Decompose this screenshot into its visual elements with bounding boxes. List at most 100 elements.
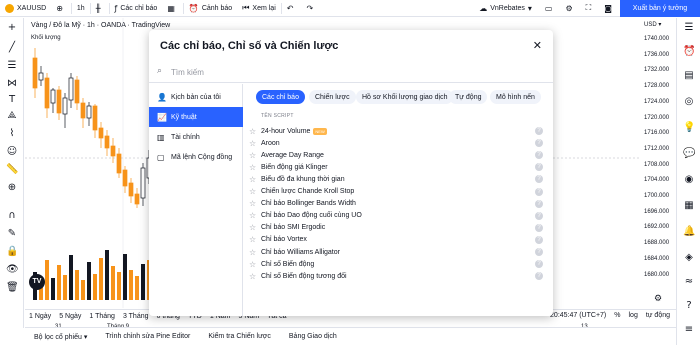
script-row[interactable]: ☆ Chỉ báo Williams Alligator? <box>249 246 547 258</box>
calendar-icon[interactable]: ▦ <box>683 200 695 212</box>
help-icon[interactable]: ? <box>535 175 543 184</box>
ideas-icon[interactable]: 💡 <box>683 122 695 134</box>
star-icon[interactable]: ☆ <box>249 260 261 269</box>
star-icon[interactable]: ☆ <box>249 139 261 148</box>
sidebar-item-technicals[interactable]: 📈 Kỹ thuật <box>149 107 243 127</box>
help-icon[interactable]: ? <box>535 223 543 232</box>
tab-stock-screener[interactable]: Bộ lọc cổ phiếu ▾ <box>25 333 96 341</box>
trash-icon[interactable]: 🗑 <box>6 282 19 294</box>
fib-icon[interactable]: ☰ <box>6 60 18 72</box>
snapshot-button[interactable]: ◙ <box>599 0 620 17</box>
script-row[interactable]: ☆ Chiến lược Chande Kroll Stop? <box>249 186 547 198</box>
script-row[interactable]: ☆ Chỉ báo Vortex? <box>249 234 547 246</box>
star-icon[interactable]: ☆ <box>249 187 261 196</box>
help-icon[interactable]: ? <box>535 163 543 172</box>
range-button[interactable]: 3 Tháng <box>119 313 153 320</box>
tab-pine-editor[interactable]: Trình chỉnh sửa Pine Editor <box>96 333 199 340</box>
emoji-icon[interactable]: ☺ <box>6 146 18 158</box>
currency-label[interactable]: USD ▾ <box>644 21 661 28</box>
chip-auto[interactable]: Tự động <box>449 90 488 104</box>
star-icon[interactable]: ☆ <box>249 199 261 208</box>
text-icon[interactable]: T <box>6 94 18 106</box>
eye-icon[interactable]: 👁 <box>6 264 19 276</box>
chip-strategies[interactable]: Chiến lược <box>309 90 356 104</box>
help-icon[interactable]: ? <box>535 199 543 208</box>
menu-icon[interactable]: ≡ <box>683 324 695 336</box>
script-row[interactable]: ☆ Average Day Range? <box>249 149 547 161</box>
star-icon[interactable]: ☆ <box>249 175 261 184</box>
chip-indicators[interactable]: Các chỉ báo <box>256 90 305 104</box>
broadcast-icon[interactable]: ◈ <box>683 252 695 264</box>
range-button[interactable]: 5 Ngày <box>55 313 85 320</box>
alerts-button[interactable]: ⏰ Cảnh báo <box>184 0 237 17</box>
search-input[interactable] <box>171 66 541 79</box>
news-icon[interactable]: ◎ <box>683 96 695 108</box>
stream-icon[interactable]: ◉ <box>683 174 695 186</box>
script-row[interactable]: ☆ Chỉ báo Dao động cuối cùng UO? <box>249 210 547 222</box>
star-icon[interactable]: ☆ <box>249 127 261 136</box>
ruler-icon[interactable]: 📏 <box>6 164 18 176</box>
chart-type-button[interactable]: ╫ <box>91 0 109 17</box>
pulse-icon[interactable]: ≈ <box>683 276 695 288</box>
star-icon[interactable]: ☆ <box>249 211 261 220</box>
help-icon[interactable]: ? <box>535 127 543 135</box>
templates-button[interactable]: ▦ <box>162 0 183 17</box>
tab-strategy-tester[interactable]: Kiểm tra Chiến lược <box>199 333 280 340</box>
auto-toggle[interactable]: tự động <box>646 312 670 319</box>
help-icon[interactable]: ? <box>535 151 543 160</box>
help-icon[interactable]: ? <box>535 211 543 220</box>
script-row[interactable]: ☆ Chỉ báo Bollinger Bands Width? <box>249 198 547 210</box>
chat-icon[interactable]: 💬 <box>683 148 695 160</box>
script-row[interactable]: ☆ Biểu đồ đa khung thời gian? <box>249 173 547 185</box>
crosshair-icon[interactable]: + <box>6 22 18 34</box>
script-row[interactable]: ☆ Chỉ số Biến động tương đối? <box>249 270 547 282</box>
help-icon[interactable]: ? <box>535 260 543 269</box>
chip-volume-profile[interactable]: Hồ sơ Khối lượng giao dịch <box>356 90 454 104</box>
close-icon[interactable]: ✕ <box>533 39 542 52</box>
watchlist-icon[interactable]: ☰ <box>683 22 695 34</box>
help-icon[interactable]: ? <box>535 139 543 148</box>
log-toggle[interactable]: log <box>629 312 638 319</box>
script-row[interactable]: ☆ Chỉ báo SMI Ergodic? <box>249 222 547 234</box>
axis-settings-icon[interactable]: ⚙ <box>654 294 662 304</box>
help-icon[interactable]: ? <box>535 248 543 256</box>
star-icon[interactable]: ☆ <box>249 235 261 244</box>
script-row[interactable]: ☆ Aroon? <box>249 137 547 149</box>
patterns-icon[interactable]: ⟁ <box>6 110 18 122</box>
notifications-icon[interactable]: 🔔 <box>683 226 695 238</box>
data-window-icon[interactable]: ▤ <box>683 70 695 82</box>
sidebar-item-my-scripts[interactable]: 👤 Kịch bản của tôi <box>149 87 243 107</box>
star-icon[interactable]: ☆ <box>249 272 261 281</box>
script-row[interactable]: ☆ Chỉ số Biến động? <box>249 258 547 270</box>
chip-candlestick-patterns[interactable]: Mô hình nến <box>490 90 541 104</box>
help-icon[interactable]: ? <box>683 300 695 312</box>
script-row[interactable]: ☆ 24-hour Volume NEW? <box>249 125 547 137</box>
redo-button[interactable]: ↷ <box>301 0 321 17</box>
sidebar-item-financials[interactable]: ▥ Tài chính <box>149 127 243 147</box>
layout-button[interactable]: ▭ <box>540 0 561 17</box>
clock-label[interactable]: 20:45:47 (UTC+7) <box>550 312 606 319</box>
price-axis[interactable]: USD ▾ 1740.000 1736.000 1732.000 1728.000 17… <box>640 18 676 308</box>
script-row[interactable]: ☆ Biến động giá Klinger? <box>249 161 547 173</box>
add-symbol-button[interactable]: ⊕ <box>51 0 71 17</box>
help-icon[interactable]: ? <box>535 272 543 281</box>
lock-drawing-icon[interactable]: ✎ <box>6 228 18 240</box>
help-icon[interactable]: ? <box>535 235 543 244</box>
range-button[interactable]: 1 Ngày <box>25 313 55 320</box>
help-icon[interactable]: ? <box>535 187 543 196</box>
sidebar-item-community-scripts[interactable]: ▢ Mã lệnh Cộng đồng <box>149 147 243 167</box>
trendline-icon[interactable]: ╱ <box>6 42 18 54</box>
pattern-icon[interactable]: ⋈ <box>6 78 18 90</box>
star-icon[interactable]: ☆ <box>249 223 261 232</box>
symbol-search[interactable]: XAUUSD <box>0 0 51 17</box>
range-button[interactable]: 1 Tháng <box>85 313 119 320</box>
settings-button[interactable]: ⚙ <box>560 0 580 17</box>
percent-toggle[interactable]: % <box>614 312 620 319</box>
star-icon[interactable]: ☆ <box>249 163 261 172</box>
fullscreen-button[interactable]: ⛶ <box>581 0 600 17</box>
publish-idea-button[interactable]: Xuất bản ý tưởng <box>620 0 700 17</box>
zoom-in-icon[interactable]: ⊕ <box>6 182 18 194</box>
star-icon[interactable]: ☆ <box>249 151 261 160</box>
star-icon[interactable]: ☆ <box>249 248 261 257</box>
cloud-save-button[interactable]: ☁ VnRebates ▾ <box>474 0 540 17</box>
